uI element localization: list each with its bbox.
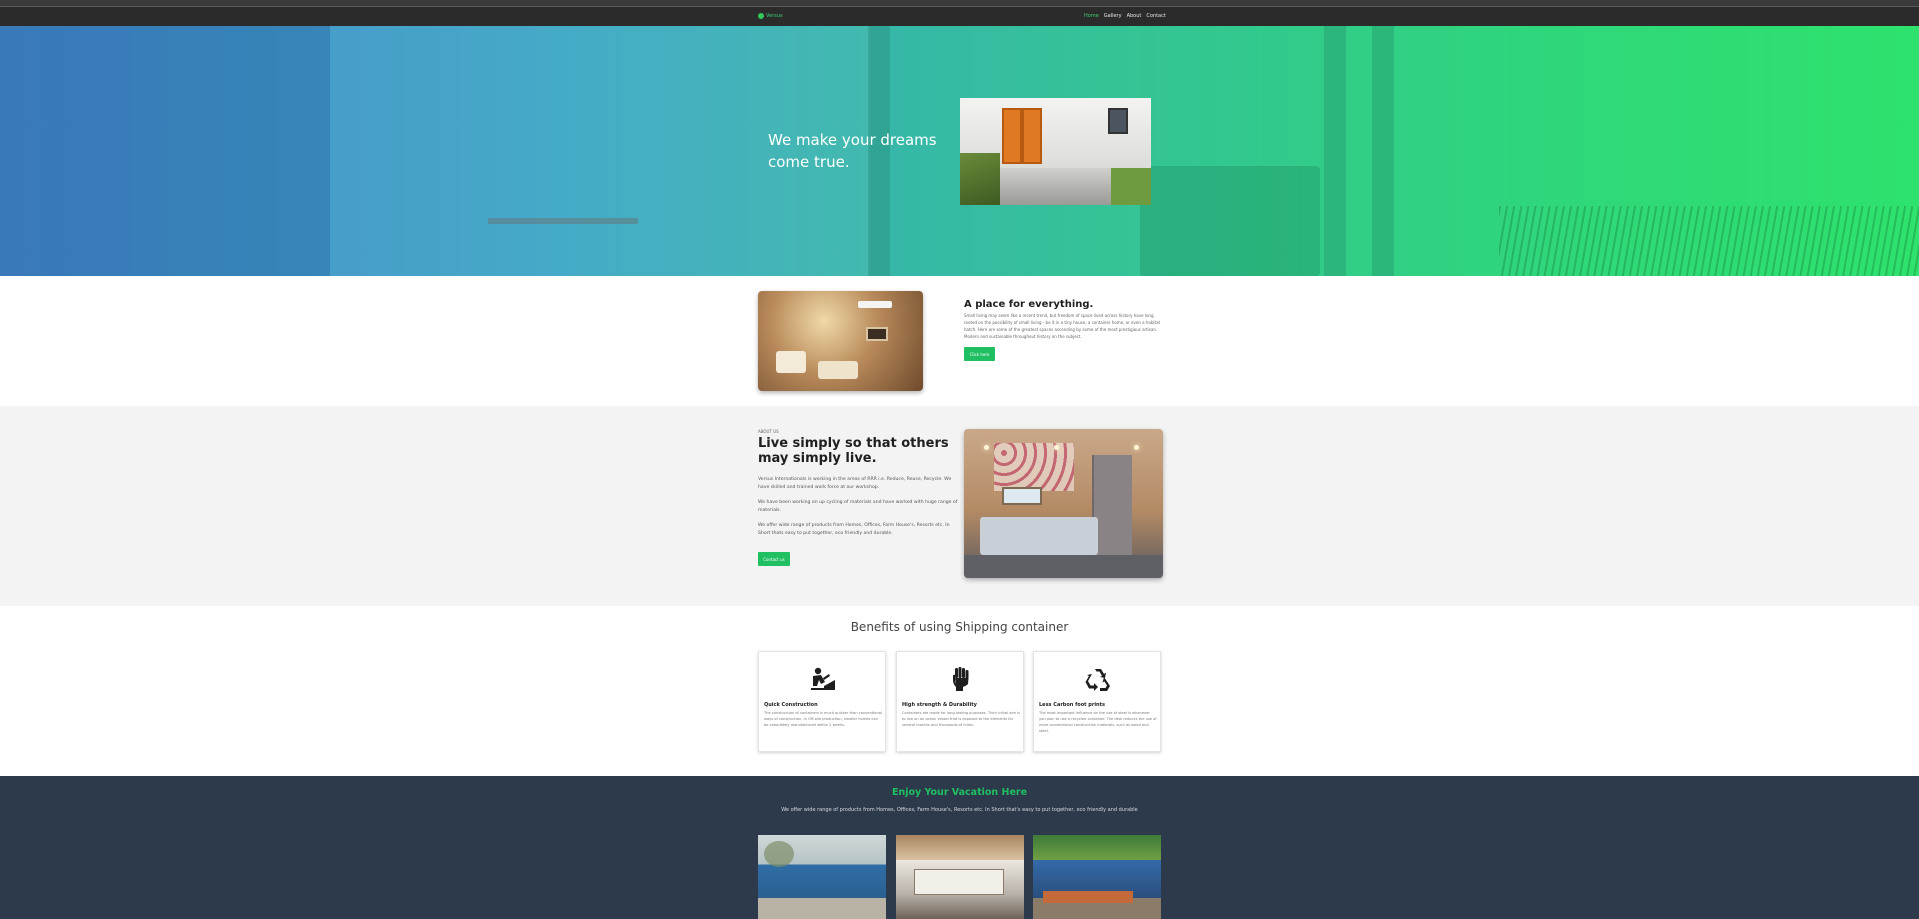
nav-link-about[interactable]: About [1127, 13, 1142, 19]
benefit-card-title: Less Carbon foot prints [1039, 702, 1105, 708]
place-title: A place for everything. [964, 299, 1094, 310]
place-description: Small living may seem like a recent tren… [964, 313, 1161, 339]
navbar: Versus Home Gallery About Contact [0, 0, 1919, 26]
benefit-card: High strength & Durability Containers ar… [896, 651, 1024, 752]
nav-link-gallery[interactable]: Gallery [1104, 13, 1122, 19]
about-paragraph: We have been working on up cycling of ma… [758, 500, 958, 513]
hero-background-wall [0, 26, 330, 276]
photo-wardrobe [1092, 455, 1132, 555]
photo-grass [1111, 168, 1151, 205]
living-room-photo [758, 291, 923, 391]
photo-window [1108, 108, 1128, 134]
benefit-card: Quick Construction The construction of c… [758, 651, 886, 752]
hero-background-door [1140, 166, 1320, 276]
vacation-title: Enjoy Your Vacation Here [891, 787, 1028, 798]
photo-bed [980, 517, 1098, 555]
photo-air-conditioner [858, 301, 892, 308]
photo-wall-picture [866, 327, 888, 341]
vacation-section: Enjoy Your Vacation Here We offer wide r… [0, 776, 1919, 919]
photo-wall-panel [914, 869, 1004, 895]
gallery-photo-blue-container[interactable] [758, 835, 886, 919]
about-section: ABOUT US Live simply so that others may … [0, 406, 1919, 606]
photo-deck [1043, 891, 1133, 903]
hero-container-home-photo [960, 98, 1151, 205]
nav-links: Home Gallery About Contact [1084, 13, 1166, 19]
raised-fist-icon [953, 667, 969, 691]
nav-link-home[interactable]: Home [1084, 13, 1099, 19]
about-paragraph: Versus Internationals is working in the … [758, 477, 952, 490]
hero-banner: We make your dreams come true. [0, 26, 1919, 276]
hero-headline: We make your dreams come true. [768, 131, 937, 171]
benefit-card-text: The construction of containers is much q… [764, 711, 882, 727]
benefit-card-text: Containers are made for long-lasting pur… [902, 711, 1020, 727]
benefit-card-text: The most important influence on the use … [1039, 711, 1157, 733]
photo-window [1002, 487, 1042, 505]
benefit-card-title: Quick Construction [764, 702, 818, 708]
gallery-photo-container-deck[interactable] [1033, 835, 1161, 919]
gallery-photo-interior[interactable] [896, 835, 1024, 919]
bedroom-photo [964, 429, 1163, 578]
photo-door [1022, 108, 1042, 164]
click-here-button[interactable]: Click here [964, 347, 995, 361]
vacation-subtitle: We offer wide range of products from Hom… [781, 807, 1138, 813]
about-paragraph: We offer wide range of products from Hom… [758, 523, 950, 536]
recycle-icon [1085, 669, 1110, 691]
benefit-card: Less Carbon foot prints The most importa… [1033, 651, 1161, 752]
hero-background-pillar [1372, 26, 1394, 276]
construction-worker-icon [811, 667, 835, 690]
about-eyebrow: ABOUT US [758, 429, 779, 434]
brand-logo[interactable]: Versus [758, 13, 783, 19]
photo-sofa [818, 361, 858, 379]
photo-door [1002, 108, 1022, 164]
brand-name: Versus [766, 13, 783, 19]
photo-ceiling-light [1134, 445, 1139, 450]
photo-floor [964, 555, 1163, 578]
nav-link-contact[interactable]: Contact [1146, 13, 1165, 19]
benefits-title: Benefits of using Shipping container [850, 620, 1069, 634]
hero-background-pillar [1324, 26, 1346, 276]
about-title: Live simply so that others may simply li… [758, 436, 949, 466]
photo-plants [960, 153, 1000, 205]
place-section: A place for everything. Small living may… [0, 276, 1919, 406]
contact-us-button[interactable]: Contact us [758, 552, 790, 566]
navbar-top-border [0, 6, 1919, 7]
hero-background-grass [1499, 206, 1919, 276]
hero-background-bench [488, 218, 638, 224]
benefits-section: Benefits of using Shipping container Qui… [0, 606, 1919, 776]
photo-tree [764, 841, 794, 867]
photo-ceiling-light [1054, 445, 1059, 450]
photo-ceiling-light [984, 445, 989, 450]
photo-armchair [776, 351, 806, 373]
photo-wallpaper [994, 443, 1074, 491]
leaf-logo-icon [758, 13, 764, 19]
benefit-card-title: High strength & Durability [902, 702, 977, 708]
